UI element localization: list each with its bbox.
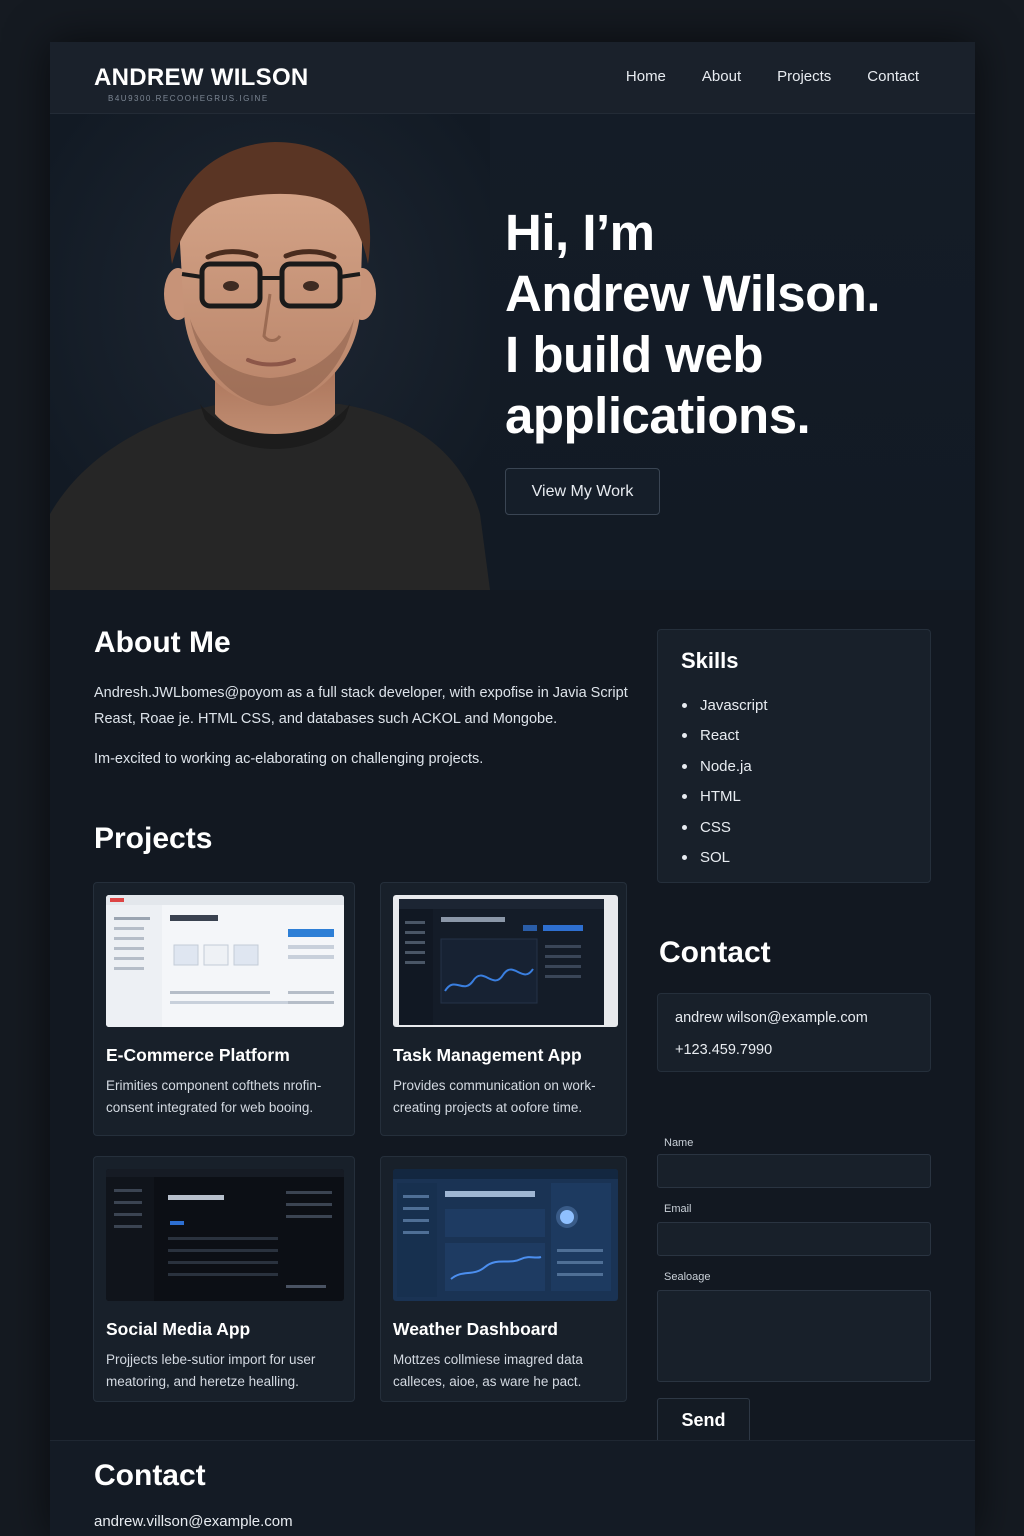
- bullet-icon: [682, 702, 687, 708]
- main-content: About Me Andresh.JWLbomes@poyom as a ful…: [50, 590, 975, 1443]
- view-my-work-button[interactable]: View My Work: [505, 468, 660, 515]
- project-description: Projjects lebe-sutior import for user me…: [106, 1352, 316, 1389]
- skill-item: Node.ja: [682, 751, 768, 782]
- about-paragraph: Andresh.JWLbomes@poyom as a full stack d…: [94, 685, 628, 727]
- skill-item: CSS: [682, 812, 768, 843]
- hero-line: applications.: [505, 387, 811, 444]
- nav-contact[interactable]: Contact: [867, 68, 919, 85]
- email-field[interactable]: [657, 1222, 931, 1256]
- nav-projects[interactable]: Projects: [777, 68, 831, 85]
- hero-line: Hi, I’m: [505, 204, 655, 261]
- skill-label: HTML: [700, 788, 741, 806]
- skill-item: SOL: [682, 843, 768, 874]
- about-title: About Me: [94, 626, 231, 659]
- name-field[interactable]: [657, 1154, 931, 1188]
- hero-text: Hi, I’m Andrew Wilson. I build web appli…: [505, 202, 945, 446]
- skill-item: HTML: [682, 782, 768, 813]
- skill-label: CSS: [700, 818, 731, 836]
- page: ANDREW WILSON B4U9300.RECOOHEGRUS.IGINE …: [50, 42, 975, 1536]
- skills-title: Skills: [681, 648, 739, 673]
- portrait-photo: [50, 114, 490, 590]
- skill-label: Node.ja: [700, 757, 752, 775]
- contact-phone[interactable]: +123.459.7990: [675, 1042, 772, 1058]
- skills-panel: Skills Javascript React Node.ja HTML CSS…: [657, 629, 931, 883]
- contact-email[interactable]: andrew wilson@example.com: [675, 1010, 868, 1026]
- brand-tagline: B4U9300.RECOOHEGRUS.IGINE: [108, 94, 269, 103]
- contact-info-box: andrew wilson@example.com +123.459.7990: [657, 993, 931, 1072]
- contact-title: Contact: [659, 936, 771, 969]
- bullet-icon: [682, 794, 687, 800]
- top-navbar: ANDREW WILSON B4U9300.RECOOHEGRUS.IGINE …: [50, 42, 975, 114]
- nav-about[interactable]: About: [702, 68, 741, 85]
- message-field[interactable]: [657, 1290, 931, 1382]
- ecommerce-screenshot: [106, 895, 344, 1027]
- footer-contact-title: Contact: [94, 1459, 206, 1492]
- bullet-icon: [682, 763, 687, 769]
- send-button[interactable]: Send: [657, 1398, 750, 1443]
- project-description: Erimities component cofthets nrofin-cons…: [106, 1078, 322, 1115]
- footer-email[interactable]: andrew.villson@example.com: [94, 1513, 293, 1530]
- skills-list: Javascript React Node.ja HTML CSS SOL: [682, 690, 768, 873]
- social-app-screenshot: [106, 1169, 344, 1301]
- hero-heading: Hi, I’m Andrew Wilson. I build web appli…: [505, 202, 945, 446]
- email-label: Email: [664, 1203, 692, 1215]
- skill-label: Javascript: [700, 696, 768, 714]
- project-title: Task Management App: [393, 1045, 582, 1065]
- bullet-icon: [682, 733, 687, 739]
- hero-line: Andrew Wilson.: [505, 265, 881, 322]
- skill-item: React: [682, 721, 768, 752]
- skill-item: Javascript: [682, 690, 768, 721]
- skill-label: React: [700, 727, 740, 745]
- project-card-social-media[interactable]: Social Media App Projjects lebe-sutior i…: [93, 1156, 355, 1402]
- main-nav: Home About Projects Contact: [626, 68, 919, 85]
- skill-label: SOL: [700, 849, 731, 867]
- task-app-screenshot: [393, 895, 618, 1027]
- weather-dashboard-screenshot: [393, 1169, 618, 1301]
- footer: Contact andrew.villson@example.com: [50, 1440, 975, 1536]
- bullet-icon: [682, 855, 687, 861]
- project-description: Mottzes collmiese imagred data calleces,…: [393, 1352, 583, 1389]
- project-card-ecommerce[interactable]: E-Commerce Platform Erimities component …: [93, 882, 355, 1136]
- projects-title: Projects: [94, 822, 213, 855]
- brand-name: ANDREW WILSON: [94, 64, 309, 91]
- about-paragraph: Im-excited to working ac-elaborating on …: [94, 751, 484, 767]
- hero-line: I build web: [505, 326, 764, 383]
- project-title: Social Media App: [106, 1319, 251, 1339]
- name-label: Name: [664, 1137, 694, 1149]
- project-card-weather[interactable]: Weather Dashboard Mottzes collmiese imag…: [380, 1156, 627, 1402]
- bullet-icon: [682, 824, 687, 830]
- brand-logo[interactable]: ANDREW WILSON B4U9300.RECOOHEGRUS.IGINE: [94, 64, 309, 103]
- project-card-task-management[interactable]: Task Management App Provides communicati…: [380, 882, 627, 1136]
- project-title: E-Commerce Platform: [106, 1045, 290, 1065]
- hero-section: Hi, I’m Andrew Wilson. I build web appli…: [50, 114, 975, 590]
- nav-home[interactable]: Home: [626, 68, 666, 85]
- message-label: Sealoage: [664, 1271, 711, 1283]
- project-title: Weather Dashboard: [393, 1319, 558, 1339]
- project-description: Provides communication on work-creating …: [393, 1078, 596, 1115]
